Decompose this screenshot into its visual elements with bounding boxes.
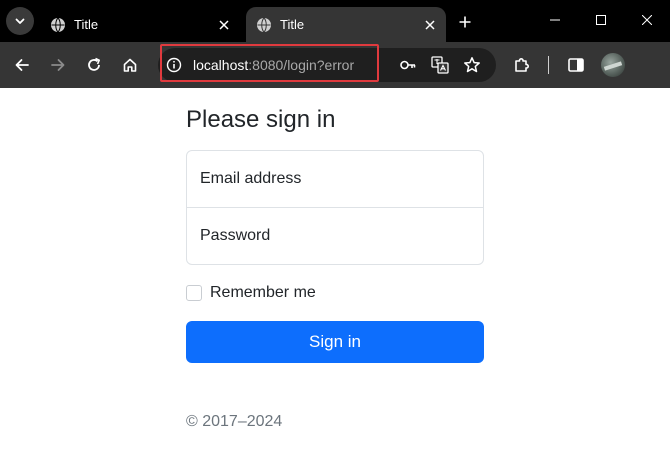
- close-icon: [642, 15, 652, 25]
- window-close-button[interactable]: [624, 0, 670, 40]
- remember-me[interactable]: Remember me: [186, 284, 316, 302]
- reload-icon: [88, 57, 100, 71]
- reload-button[interactable]: [79, 50, 109, 80]
- side-panel-button[interactable]: [561, 50, 591, 80]
- maximize-button[interactable]: [578, 0, 624, 40]
- key-icon: [400, 60, 416, 70]
- password-placeholder: Password: [200, 227, 271, 244]
- close-icon[interactable]: [420, 15, 440, 35]
- globe-icon: [50, 17, 66, 33]
- email-placeholder: Email address: [200, 170, 302, 187]
- star-icon: [464, 57, 480, 73]
- side-panel-icon: [568, 58, 584, 72]
- toolbar-separator: [548, 56, 549, 74]
- minimize-button[interactable]: [532, 0, 578, 40]
- tab-2[interactable]: Title: [246, 7, 446, 42]
- extensions-button[interactable]: [507, 50, 537, 80]
- tab-title: Title: [280, 17, 305, 32]
- url-highlight-box: [160, 44, 379, 82]
- forward-button[interactable]: [43, 50, 73, 80]
- password-field[interactable]: Password: [186, 207, 484, 265]
- email-field[interactable]: Email address: [186, 150, 484, 208]
- home-button[interactable]: [115, 50, 145, 80]
- maximize-icon: [596, 15, 606, 25]
- minimize-icon: [550, 19, 560, 21]
- back-button[interactable]: [7, 50, 37, 80]
- globe-icon: [256, 17, 272, 33]
- home-icon: [123, 58, 137, 72]
- close-icon[interactable]: [214, 15, 234, 35]
- profile-avatar[interactable]: [601, 53, 625, 77]
- remember-me-label: Remember me: [210, 284, 316, 301]
- footer-copyright: © 2017–2024: [186, 413, 283, 430]
- remember-me-checkbox[interactable]: [186, 285, 202, 301]
- tab-title: Title: [74, 17, 99, 32]
- tab-search-button[interactable]: [6, 7, 34, 35]
- new-tab-button[interactable]: [452, 9, 478, 35]
- bookmark-button[interactable]: [462, 55, 482, 75]
- translate-icon: [431, 56, 449, 74]
- tab-1[interactable]: Title: [40, 7, 240, 42]
- page-heading: Please sign in: [186, 106, 336, 133]
- puzzle-icon: [515, 58, 529, 72]
- chevron-down-icon: [15, 18, 25, 24]
- arrow-right-icon: [51, 59, 65, 71]
- translate-button[interactable]: [430, 55, 450, 75]
- plus-icon: [459, 16, 471, 28]
- arrow-left-icon: [15, 59, 29, 71]
- sign-in-button[interactable]: Sign in: [186, 321, 484, 363]
- passwords-button[interactable]: [398, 55, 418, 75]
- tab-strip: Title Title: [0, 0, 670, 42]
